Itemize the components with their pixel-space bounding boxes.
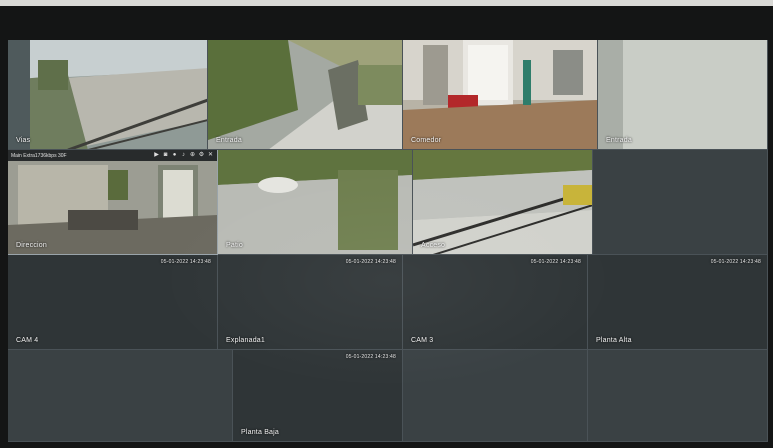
camera-label: Comedor [411,137,442,144]
camera-tile-14[interactable]: 05-01-2022 14:23:48 Planta Baja [233,350,403,442]
camera-label: CAM 4 [16,337,39,344]
timestamp: 05-01-2022 14:23:48 [160,259,211,265]
camera-label: Entrada [606,137,632,144]
camera-label: Direccion [16,242,47,249]
camera-tile-7[interactable]: Acceso [413,150,593,255]
camera-label: Vias [16,137,31,144]
timestamp: 05-01-2022 14:23:48 [530,259,581,265]
camera-tile-3[interactable]: Comedor [403,40,598,150]
camera-feed-image [598,40,767,149]
tile-toolbar: Main Extra1736kbps 30F ▶ ◙ ● ♪ ⊕ ⚙ ✕ [8,150,217,161]
camera-feed-image [218,150,412,254]
camera-tile-13[interactable] [8,350,233,442]
monitor-bezel: Vias Entrada Comedor Entrada Main Extra1… [0,6,773,448]
camera-tile-9[interactable]: 05-01-2022 14:23:48 CAM 4 [8,255,218,350]
timestamp: 05-01-2022 14:23:48 [345,354,396,360]
camera-feed-image [8,150,217,254]
snapshot-icon[interactable]: ◙ [162,152,169,159]
camera-tile-1[interactable]: Vias [8,40,208,150]
camera-feed-image [403,40,597,149]
camera-feed-image [208,40,402,149]
settings-icon[interactable]: ⚙ [198,152,205,159]
playback-icon[interactable]: ▶ [153,152,160,159]
camera-grid: Vias Entrada Comedor Entrada Main Extra1… [8,40,768,442]
camera-label: Acceso [421,242,446,249]
camera-tile-12[interactable]: 05-01-2022 14:23:48 Planta Alta [588,255,768,350]
camera-label: CAM 3 [411,337,434,344]
camera-tile-6[interactable]: Patio [218,150,413,255]
camera-tile-11[interactable]: 05-01-2022 14:23:48 CAM 3 [403,255,588,350]
camera-label: Patio [226,242,243,249]
close-icon[interactable]: ✕ [207,152,214,159]
camera-feed-image [413,150,592,254]
zoom-icon[interactable]: ⊕ [189,152,196,159]
camera-feed-image [8,40,207,149]
camera-tile-5[interactable]: Main Extra1736kbps 30F ▶ ◙ ● ♪ ⊕ ⚙ ✕ Dir… [8,150,218,255]
camera-tile-16[interactable] [588,350,768,442]
camera-label: Planta Alta [596,337,632,344]
camera-label: Planta Baja [241,429,280,436]
audio-icon[interactable]: ♪ [180,152,187,159]
record-icon[interactable]: ● [171,152,178,159]
timestamp: 05-01-2022 14:23:48 [345,259,396,265]
stream-info: Main Extra1736kbps 30F [11,152,67,159]
camera-label: Entrada [216,137,242,144]
camera-tile-15[interactable] [403,350,588,442]
camera-tile-2[interactable]: Entrada [208,40,403,150]
camera-tile-8[interactable] [593,150,768,255]
camera-label: Explanada1 [226,337,265,344]
camera-tile-10[interactable]: 05-01-2022 14:23:48 Explanada1 [218,255,403,350]
timestamp: 05-01-2022 14:23:48 [710,259,761,265]
camera-tile-4[interactable]: Entrada [598,40,768,150]
